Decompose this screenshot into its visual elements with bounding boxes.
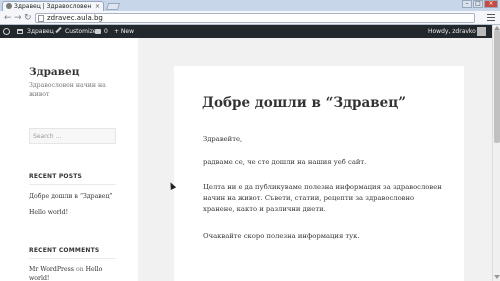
admin-site-name[interactable]: Здравец xyxy=(27,25,54,38)
recent-post-link[interactable]: Добре дошли в “Здравец” xyxy=(29,193,113,200)
recent-comments-title: RECENT COMMENTS xyxy=(29,247,100,254)
admin-new[interactable]: + New xyxy=(114,25,134,38)
browser-toolbar: ← → ↻ zdravec.aula.bg xyxy=(0,11,500,25)
home-icon xyxy=(17,29,23,34)
divider xyxy=(29,184,116,185)
new-tab-button[interactable] xyxy=(105,3,121,10)
paragraph: Очаквайте скоро полезна информация тук. xyxy=(203,232,360,240)
avatar[interactable] xyxy=(477,27,486,36)
paragraph: радваме се, че сте дошли на нашия уеб са… xyxy=(203,158,367,166)
article: Добре дошли в “Здравец” Здравейте, радва… xyxy=(174,66,464,281)
comment-icon[interactable] xyxy=(95,29,101,34)
sidebar: Здравец Здравословен начин на живот Sear… xyxy=(0,38,138,281)
brush-icon xyxy=(55,26,62,34)
page-icon xyxy=(38,15,44,22)
minimize-button[interactable]: – xyxy=(462,0,472,8)
page: Здравец Здравословен начин на живот Sear… xyxy=(0,38,492,281)
site-description: Здравословен начин на живот xyxy=(29,82,106,98)
admin-comments-count[interactable]: 0 xyxy=(104,25,108,38)
maximize-button[interactable]: □ xyxy=(473,0,483,8)
browser-menu-icon[interactable] xyxy=(487,14,495,22)
divider xyxy=(29,258,116,259)
admin-customize[interactable]: Customize xyxy=(65,25,97,38)
address-bar[interactable]: zdravec.aula.bg xyxy=(35,13,475,23)
browser-tab[interactable]: Здравец | Здравословен × xyxy=(2,1,104,11)
site-title[interactable]: Здравец xyxy=(29,66,79,78)
paragraph: Здравейте, xyxy=(203,135,243,143)
scrollbar-thumb[interactable] xyxy=(494,30,500,143)
wordpress-logo-icon[interactable] xyxy=(3,28,10,35)
favicon-icon xyxy=(6,3,12,9)
recent-post-link[interactable]: Hello world! xyxy=(29,209,68,216)
close-window-button[interactable]: × xyxy=(484,0,498,8)
reload-icon[interactable]: ↻ xyxy=(24,13,32,23)
search-placeholder: Search ... xyxy=(33,133,62,140)
scroll-down-icon[interactable] xyxy=(494,275,500,279)
page-scrollbar[interactable] xyxy=(492,25,500,281)
admin-greeting[interactable]: Howdy, zdravko xyxy=(428,25,476,38)
recent-posts-title: RECENT POSTS xyxy=(29,173,83,180)
entry-title: Добре дошли в “Здравец” xyxy=(202,95,406,111)
wp-admin-bar: Здравец Customize 0 + New Howdy, zdravko xyxy=(0,25,492,38)
comment-author-link[interactable]: Mr WordPress xyxy=(29,266,74,273)
search-input[interactable]: Search ... xyxy=(29,128,116,144)
window-controls: – □ × xyxy=(462,0,498,8)
url-text: zdravec.aula.bg xyxy=(47,14,103,22)
browser-tabstrip: Здравец | Здравословен × – □ × xyxy=(0,0,500,11)
back-arrow-icon[interactable]: ← xyxy=(4,13,12,23)
forward-arrow-icon[interactable]: → xyxy=(14,13,22,23)
recent-comment: Mr WordPress on Hello world! xyxy=(29,265,119,281)
comment-on-text: on xyxy=(75,266,84,273)
paragraph: Целта ни е да публикуваме полезна информ… xyxy=(203,183,442,213)
tab-close-icon[interactable]: × xyxy=(95,2,100,11)
tab-title: Здравец | Здравословен xyxy=(14,3,92,10)
